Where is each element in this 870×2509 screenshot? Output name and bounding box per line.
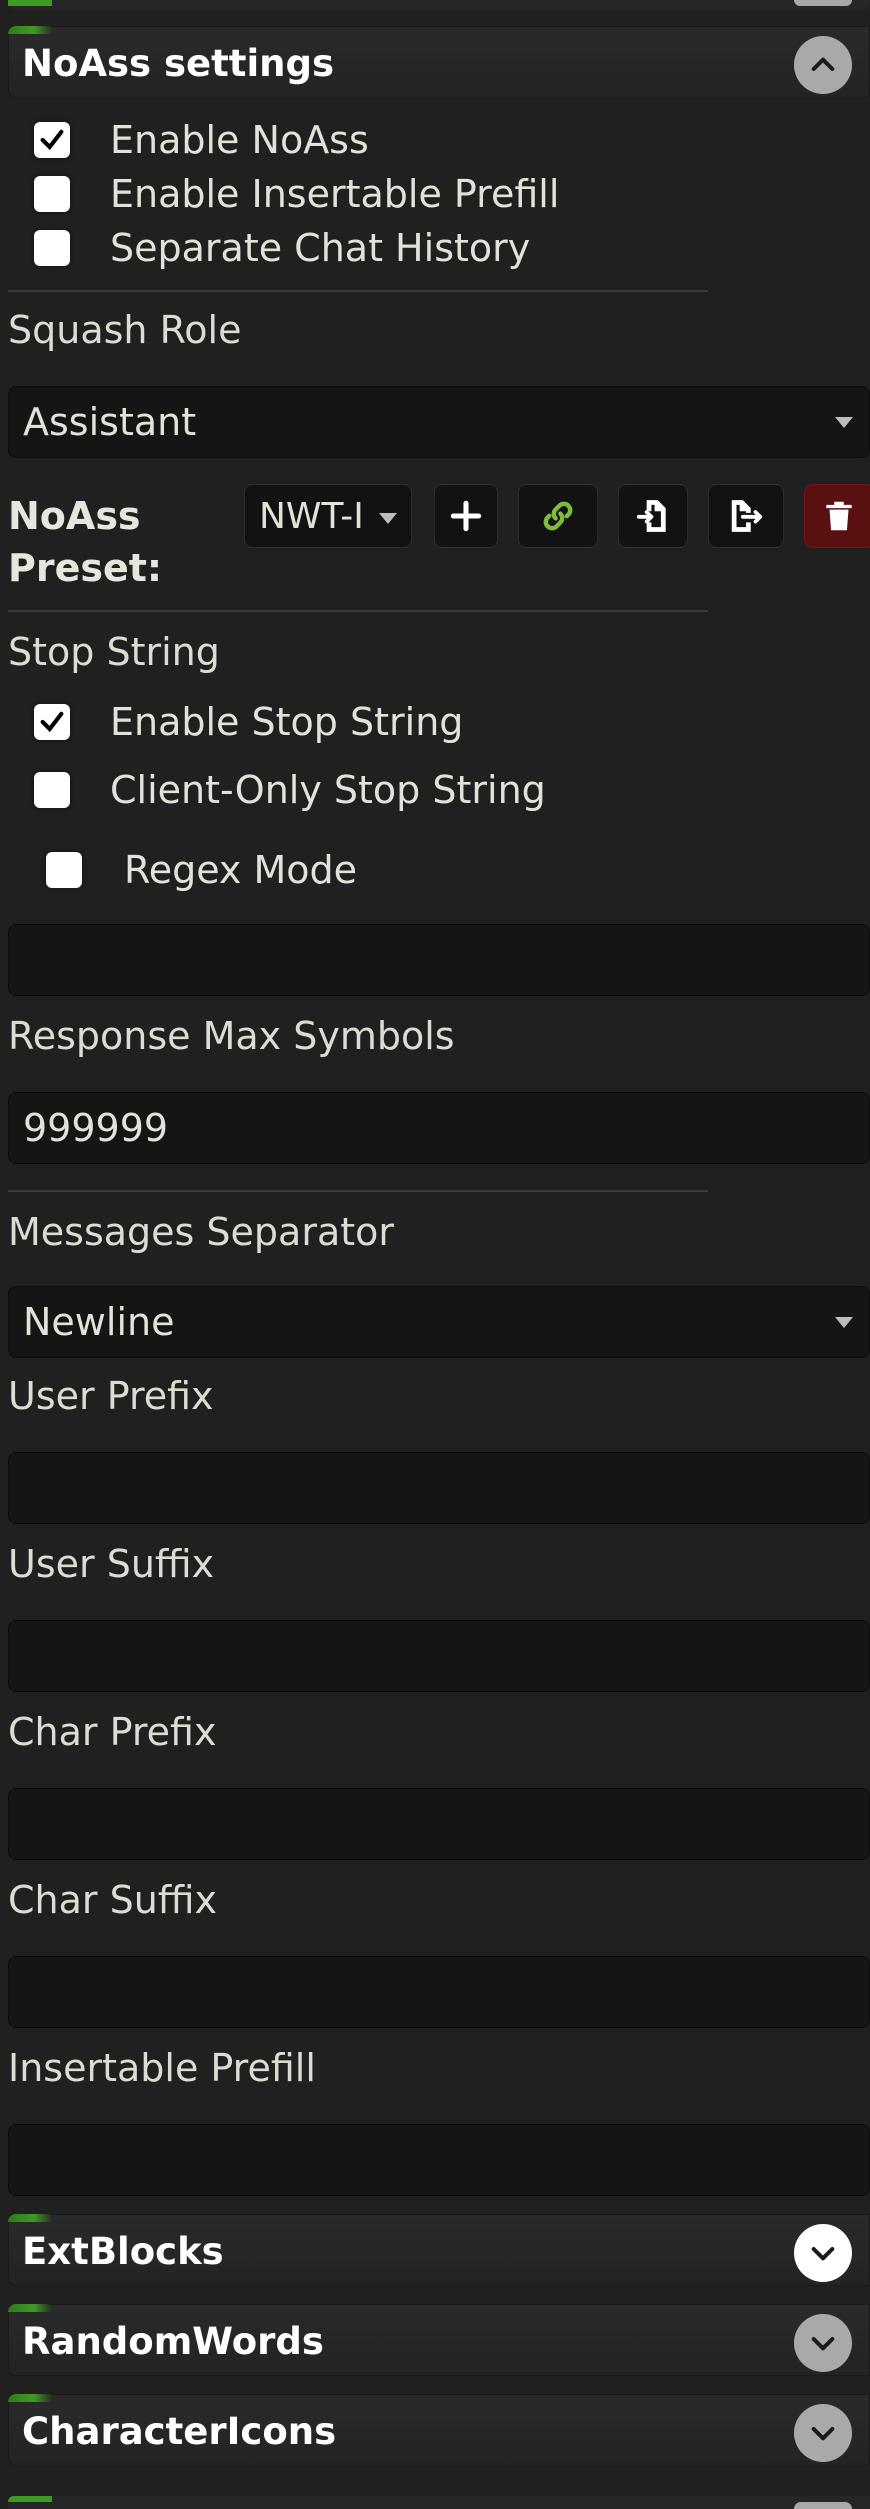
noass-drawer-header[interactable]: NoAss settings — [8, 26, 870, 98]
client-only-stop-string-row[interactable]: Client-Only Stop String — [34, 768, 546, 812]
export-icon — [731, 500, 763, 532]
separate-chat-history-row[interactable]: Separate Chat History — [34, 226, 530, 270]
enable-stop-string-checkbox[interactable] — [34, 704, 70, 740]
next-drawer-chevron[interactable] — [794, 2502, 852, 2509]
divider — [8, 1190, 708, 1192]
insertable-prefill-label: Insertable Prefill — [8, 2046, 316, 2090]
noass-preset-label-text: NoAss Preset: — [8, 494, 163, 590]
insertable-prefill-input[interactable] — [8, 2124, 870, 2196]
separate-chat-history-label: Separate Chat History — [110, 226, 531, 270]
stop-string-input[interactable] — [8, 924, 870, 996]
import-preset-button[interactable] — [618, 484, 688, 548]
char-suffix-label: Char Suffix — [8, 1878, 218, 1922]
extblocks-drawer-title: ExtBlocks — [22, 2230, 224, 2273]
preset-select-value: NWT-I — [259, 495, 364, 537]
randomwords-drawer-header[interactable]: RandomWords — [8, 2304, 870, 2376]
response-max-symbols-label: Response Max Symbols — [8, 1014, 455, 1058]
enable-insertable-prefill-checkbox[interactable] — [34, 176, 70, 212]
divider — [8, 290, 708, 292]
chevron-down-icon — [379, 513, 397, 524]
noass-preset-label: NoAss Preset: — [8, 490, 208, 594]
chevron-down-icon — [835, 417, 853, 428]
chevron-down-icon — [835, 1317, 853, 1328]
check-icon — [40, 711, 64, 733]
plus-icon — [450, 500, 482, 532]
next-drawer-edge — [8, 2496, 870, 2509]
export-preset-button[interactable] — [708, 484, 784, 548]
char-suffix-input[interactable] — [8, 1956, 870, 2028]
trash-icon — [826, 501, 852, 531]
chevron-down-icon[interactable] — [794, 2314, 852, 2372]
regex-mode-label: Regex Mode — [124, 848, 358, 892]
charactericons-drawer-header[interactable]: CharacterIcons — [8, 2394, 870, 2466]
response-max-symbols-value: 999999 — [23, 1106, 169, 1150]
extblocks-drawer-header[interactable]: ExtBlocks — [8, 2214, 870, 2286]
squash-role-label: Squash Role — [8, 308, 242, 352]
check-icon — [40, 129, 64, 151]
divider — [8, 610, 708, 612]
client-only-stop-string-checkbox[interactable] — [34, 772, 70, 808]
charactericons-drawer-title: CharacterIcons — [22, 2410, 337, 2453]
messages-separator-select[interactable]: Newline — [8, 1286, 870, 1358]
char-prefix-label: Char Prefix — [8, 1710, 217, 1754]
previous-drawer-chevron[interactable] — [794, 0, 852, 6]
messages-separator-label: Messages Separator — [8, 1210, 395, 1254]
squash-role-select[interactable]: Assistant — [8, 386, 870, 458]
messages-separator-value: Newline — [23, 1300, 175, 1344]
preset-select[interactable]: NWT-I — [244, 484, 412, 548]
chevron-down-icon[interactable] — [794, 2404, 852, 2462]
separate-chat-history-checkbox[interactable] — [34, 230, 70, 266]
client-only-stop-string-label: Client-Only Stop String — [110, 768, 546, 812]
drawer-accent-stripe — [8, 2394, 52, 2402]
add-preset-button[interactable] — [434, 484, 498, 548]
enable-noass-label: Enable NoAss — [110, 118, 369, 162]
import-icon — [636, 500, 666, 532]
link-icon — [543, 501, 573, 531]
enable-stop-string-row[interactable]: Enable Stop String — [34, 700, 463, 744]
enable-insertable-prefill-label: Enable Insertable Prefill — [110, 172, 560, 216]
char-prefix-input[interactable] — [8, 1788, 870, 1860]
response-max-symbols-input[interactable]: 999999 — [8, 1092, 870, 1164]
user-prefix-input[interactable] — [8, 1452, 870, 1524]
enable-stop-string-label: Enable Stop String — [110, 700, 464, 744]
drawer-accent-stripe — [8, 2214, 52, 2222]
enable-insertable-prefill-row[interactable]: Enable Insertable Prefill — [34, 172, 559, 216]
user-suffix-label: User Suffix — [8, 1542, 215, 1586]
previous-drawer-edge — [8, 0, 870, 10]
user-prefix-label: User Prefix — [8, 1374, 214, 1418]
chevron-up-icon[interactable] — [794, 36, 852, 94]
squash-role-value: Assistant — [23, 400, 197, 444]
user-suffix-input[interactable] — [8, 1620, 870, 1692]
regex-mode-row[interactable]: Regex Mode — [46, 848, 357, 892]
chevron-down-icon[interactable] — [794, 2224, 852, 2282]
link-preset-button[interactable] — [518, 484, 598, 548]
stop-string-label: Stop String — [8, 630, 220, 674]
drawer-accent-stripe — [8, 2304, 52, 2312]
randomwords-drawer-title: RandomWords — [22, 2320, 324, 2363]
enable-noass-checkbox[interactable] — [34, 122, 70, 158]
delete-preset-button[interactable] — [804, 484, 870, 548]
drawer-accent-stripe — [8, 26, 52, 34]
noass-drawer-title: NoAss settings — [22, 42, 334, 85]
regex-mode-checkbox[interactable] — [46, 852, 82, 888]
enable-noass-row[interactable]: Enable NoAss — [34, 118, 369, 162]
